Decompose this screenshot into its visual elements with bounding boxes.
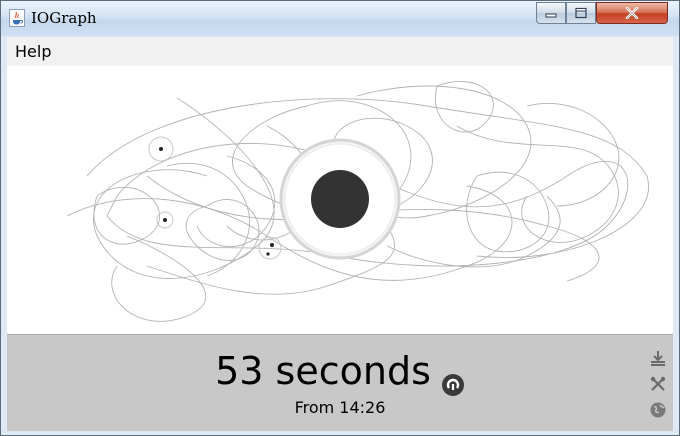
mouse-rest-circles: [148, 136, 282, 260]
menu-help[interactable]: Help: [15, 42, 51, 61]
settings-button[interactable]: [649, 375, 667, 393]
restart-button[interactable]: [441, 362, 465, 396]
mouse-track-drawing: [66, 81, 649, 322]
start-time: From 14:26: [294, 398, 386, 417]
web-button[interactable]: [649, 401, 667, 419]
maximize-button[interactable]: [566, 2, 596, 24]
save-button[interactable]: [649, 349, 667, 367]
save-icon: [651, 351, 665, 366]
status-panel: 53 seconds From 14:26: [7, 334, 673, 431]
maximize-icon: [575, 7, 587, 19]
window-title: IOGraph: [31, 9, 97, 27]
close-button[interactable]: [596, 2, 668, 24]
minimize-icon: [545, 13, 557, 18]
java-cup-icon[interactable]: [9, 9, 25, 27]
mouse-track-canvas: [7, 66, 673, 334]
elapsed-time-row: 53 seconds: [7, 349, 673, 396]
current-cursor-marker: [279, 138, 401, 260]
title-bar[interactable]: IOGraph: [1, 1, 679, 36]
tools-icon: [650, 376, 666, 391]
iograph-window: IOGraph Help 53 seconds From 14:26: [0, 0, 680, 436]
restart-icon: [441, 374, 464, 396]
elapsed-time: 53 seconds: [215, 349, 431, 393]
close-icon: [625, 7, 639, 19]
minimize-button[interactable]: [536, 2, 566, 24]
globe-icon: [650, 402, 666, 418]
menu-bar: Help: [7, 37, 673, 66]
